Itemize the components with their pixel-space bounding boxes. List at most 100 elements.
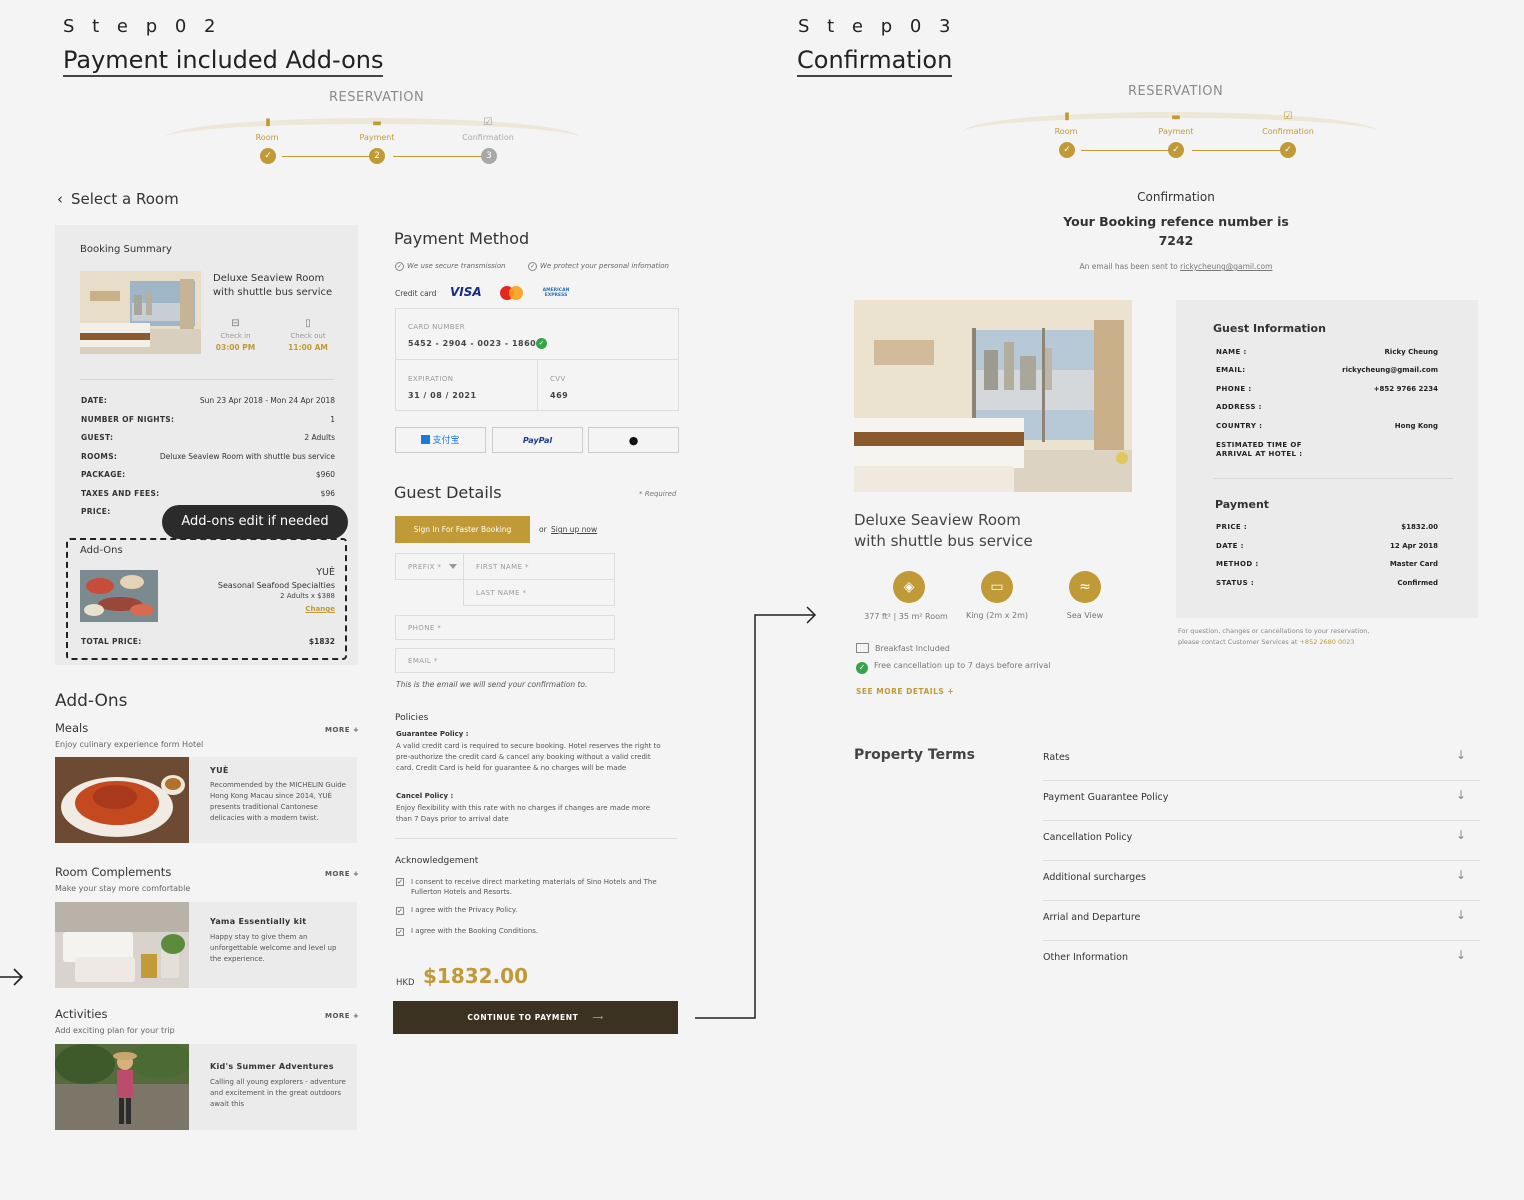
- addon-card-meals[interactable]: YUÈ Recommended by the MICHELIN Guide Ho…: [55, 757, 357, 843]
- addon-card-title: YUÈ: [210, 766, 229, 775]
- sign-in-button[interactable]: Sign In For Faster Booking: [395, 516, 530, 543]
- activities-more-link[interactable]: MORE +: [325, 1012, 359, 1020]
- consent-text: I consent to receive direct marketing ma…: [411, 878, 657, 896]
- terms-item-cancellation[interactable]: Cancellation Policy ↓: [1043, 821, 1480, 861]
- privacy-text: I agree with the Privacy Policy.: [411, 906, 518, 914]
- room-photo: [80, 271, 201, 354]
- payment-info-row: METHOD : Master Card: [1216, 560, 1438, 568]
- currency-label: HKD: [396, 978, 415, 988]
- addon-card-complements[interactable]: Yama Essentially kit Happy stay to give …: [55, 902, 357, 988]
- contact-phone[interactable]: +852 2680 0023: [1299, 638, 1354, 646]
- room-complements-more-link[interactable]: MORE +: [325, 870, 359, 878]
- addon-card-activities[interactable]: Kid's Summer Adventures Calling all youn…: [55, 1044, 357, 1130]
- check-icon: ☑: [1283, 111, 1293, 122]
- cancel-policy-text: Enjoy flexibility with this rate with no…: [396, 804, 651, 823]
- sea-view-label: Sea View: [1066, 611, 1104, 620]
- dropdown-icon: [449, 564, 457, 569]
- step3-title: Confirmation: [797, 46, 953, 77]
- checkin-time: 03:00 PM: [215, 343, 256, 352]
- payment-info-value: Master Card: [1389, 560, 1438, 568]
- booking-summary-title: Booking Summary: [80, 244, 172, 255]
- checkout-icon: ▯: [305, 318, 311, 329]
- shield-check-icon: ✓: [528, 262, 537, 271]
- terms-item-label: Arrial and Departure: [1043, 912, 1141, 923]
- card-icon: ▬: [372, 118, 382, 129]
- sea-view-icon: ≈: [1069, 571, 1101, 603]
- seafood-photo: [80, 570, 158, 622]
- consent-checkbox[interactable]: ✓: [396, 878, 404, 886]
- payment-info-value: $1832.00: [1401, 523, 1438, 531]
- amex-logo[interactable]: AMERICAN EXPRESS: [538, 288, 574, 298]
- summary-value: Sun 23 Apr 2018 - Mon 24 Apr 2018: [199, 396, 335, 405]
- alipay-button[interactable]: 支付宝: [395, 427, 486, 453]
- summary-row: GUEST: 2 Adults: [81, 433, 335, 442]
- see-more-details-link[interactable]: SEE MORE DETAILS +: [856, 687, 954, 696]
- summary-addon-desc: Seasonal Seafood Specialties: [217, 581, 335, 590]
- terms-item-other[interactable]: Other Information ↓: [1043, 941, 1480, 981]
- first-name-field[interactable]: FIRST NAME *: [463, 553, 615, 580]
- progress-label-payment: Payment: [359, 133, 395, 142]
- email-sent-note: An email has been sent to rickycheung@ga…: [1000, 262, 1352, 271]
- addon-card-desc: Happy stay to give them an unforgettable…: [210, 933, 337, 963]
- amenities-photo: [55, 902, 189, 988]
- progress-label-confirmation: Confirmation: [1262, 127, 1314, 136]
- last-name-field[interactable]: LAST NAME *: [463, 579, 615, 606]
- arrow-right-icon: [0, 968, 24, 986]
- check-circle-icon: ✓: [536, 338, 547, 349]
- summary-key: TAXES AND FEES:: [81, 489, 160, 498]
- meals-more-link[interactable]: MORE +: [325, 726, 359, 734]
- secure-note-2: ✓ We protect your personal infomation: [528, 262, 669, 271]
- activities-sub: Add exciting plan for your trip: [55, 1026, 175, 1035]
- progress-dot-done: ✓: [1059, 142, 1075, 158]
- booking-conditions-checkbox[interactable]: ✓: [396, 928, 404, 936]
- chevron-left-icon: ‹: [57, 190, 63, 208]
- privacy-checkbox[interactable]: ✓: [396, 907, 404, 915]
- email-field[interactable]: EMAIL *: [395, 648, 615, 673]
- card-number-field[interactable]: CARD NUMBER 5452 - 2904 - 0023 - 1860 ✓: [395, 308, 679, 360]
- credit-card-label: Credit card: [395, 289, 437, 298]
- divider: [395, 838, 677, 839]
- expiration-field[interactable]: EXPIRATION 31 / 08 / 2021: [395, 359, 538, 411]
- continue-to-payment-button[interactable]: CONTINUE TO PAYMENT ⟶: [393, 1001, 678, 1034]
- mastercard-logo[interactable]: [500, 286, 524, 300]
- paypal-label: PayPal: [522, 436, 553, 445]
- payment-info-key: DATE :: [1216, 542, 1244, 550]
- apple-pay-button[interactable]: ●: [588, 427, 679, 453]
- terms-item-rates[interactable]: Rates ↓: [1043, 741, 1480, 781]
- meals-sub: Enjoy culinary experience form Hotel: [55, 740, 204, 749]
- arrow-down-icon: ↓: [1455, 908, 1466, 922]
- change-link[interactable]: Change: [180, 605, 335, 613]
- sign-up-link[interactable]: Sign up now: [551, 525, 597, 534]
- phone-field[interactable]: PHONE *: [395, 615, 615, 640]
- prefix-select[interactable]: PREFIX *: [395, 553, 464, 580]
- cvv-field[interactable]: CVV 469: [537, 359, 679, 411]
- secure-note-2-text: We protect your personal infomation: [540, 262, 669, 270]
- room-complements-sub: Make your stay more comfortable: [55, 884, 191, 893]
- email-sent-address[interactable]: rickycheung@gamil.com: [1180, 262, 1272, 271]
- arrow-right-icon: ⟶: [592, 1013, 604, 1022]
- progress-line: [1081, 150, 1169, 151]
- back-link[interactable]: ‹ Select a Room: [57, 190, 179, 208]
- payment-info-value: Confirmed: [1397, 579, 1438, 587]
- terms-item-surcharges[interactable]: Additional surcharges ↓: [1043, 861, 1480, 901]
- guest-info-row: PHONE : +852 9766 2234: [1216, 385, 1438, 393]
- addon-card-complements-text: Yama Essentially kit Happy stay to give …: [210, 902, 350, 965]
- progress-line: [393, 156, 481, 157]
- payment-info-row: STATUS : Confirmed: [1216, 579, 1438, 587]
- guest-info-key: ADDRESS :: [1216, 403, 1262, 411]
- terms-item-label: Cancellation Policy: [1043, 832, 1133, 843]
- terms-item-arrival-departure[interactable]: Arrial and Departure ↓: [1043, 901, 1480, 941]
- visa-logo[interactable]: VISA: [450, 285, 482, 299]
- guest-info-row: COUNTRY : Hong Kong: [1216, 422, 1438, 430]
- booking-ref-line: Your Booking refence number is: [1063, 214, 1289, 229]
- summary-key: PRICE:: [81, 507, 111, 516]
- progress-label-room: Room: [1054, 127, 1078, 136]
- eta-label-line2: ARRIVAL AT HOTEL :: [1216, 450, 1303, 458]
- secure-note-1-text: We use secure transmission: [407, 262, 506, 270]
- summary-row: DATE: Sun 23 Apr 2018 - Mon 24 Apr 2018: [81, 396, 335, 405]
- email-sent-text: An email has been sent to: [1079, 262, 1178, 271]
- terms-item-payment-guarantee[interactable]: Payment Guarantee Policy ↓: [1043, 781, 1480, 821]
- shield-check-icon: ✓: [395, 262, 404, 271]
- paypal-button[interactable]: PayPal: [492, 427, 583, 453]
- guest-info-row: ADDRESS :: [1216, 403, 1438, 411]
